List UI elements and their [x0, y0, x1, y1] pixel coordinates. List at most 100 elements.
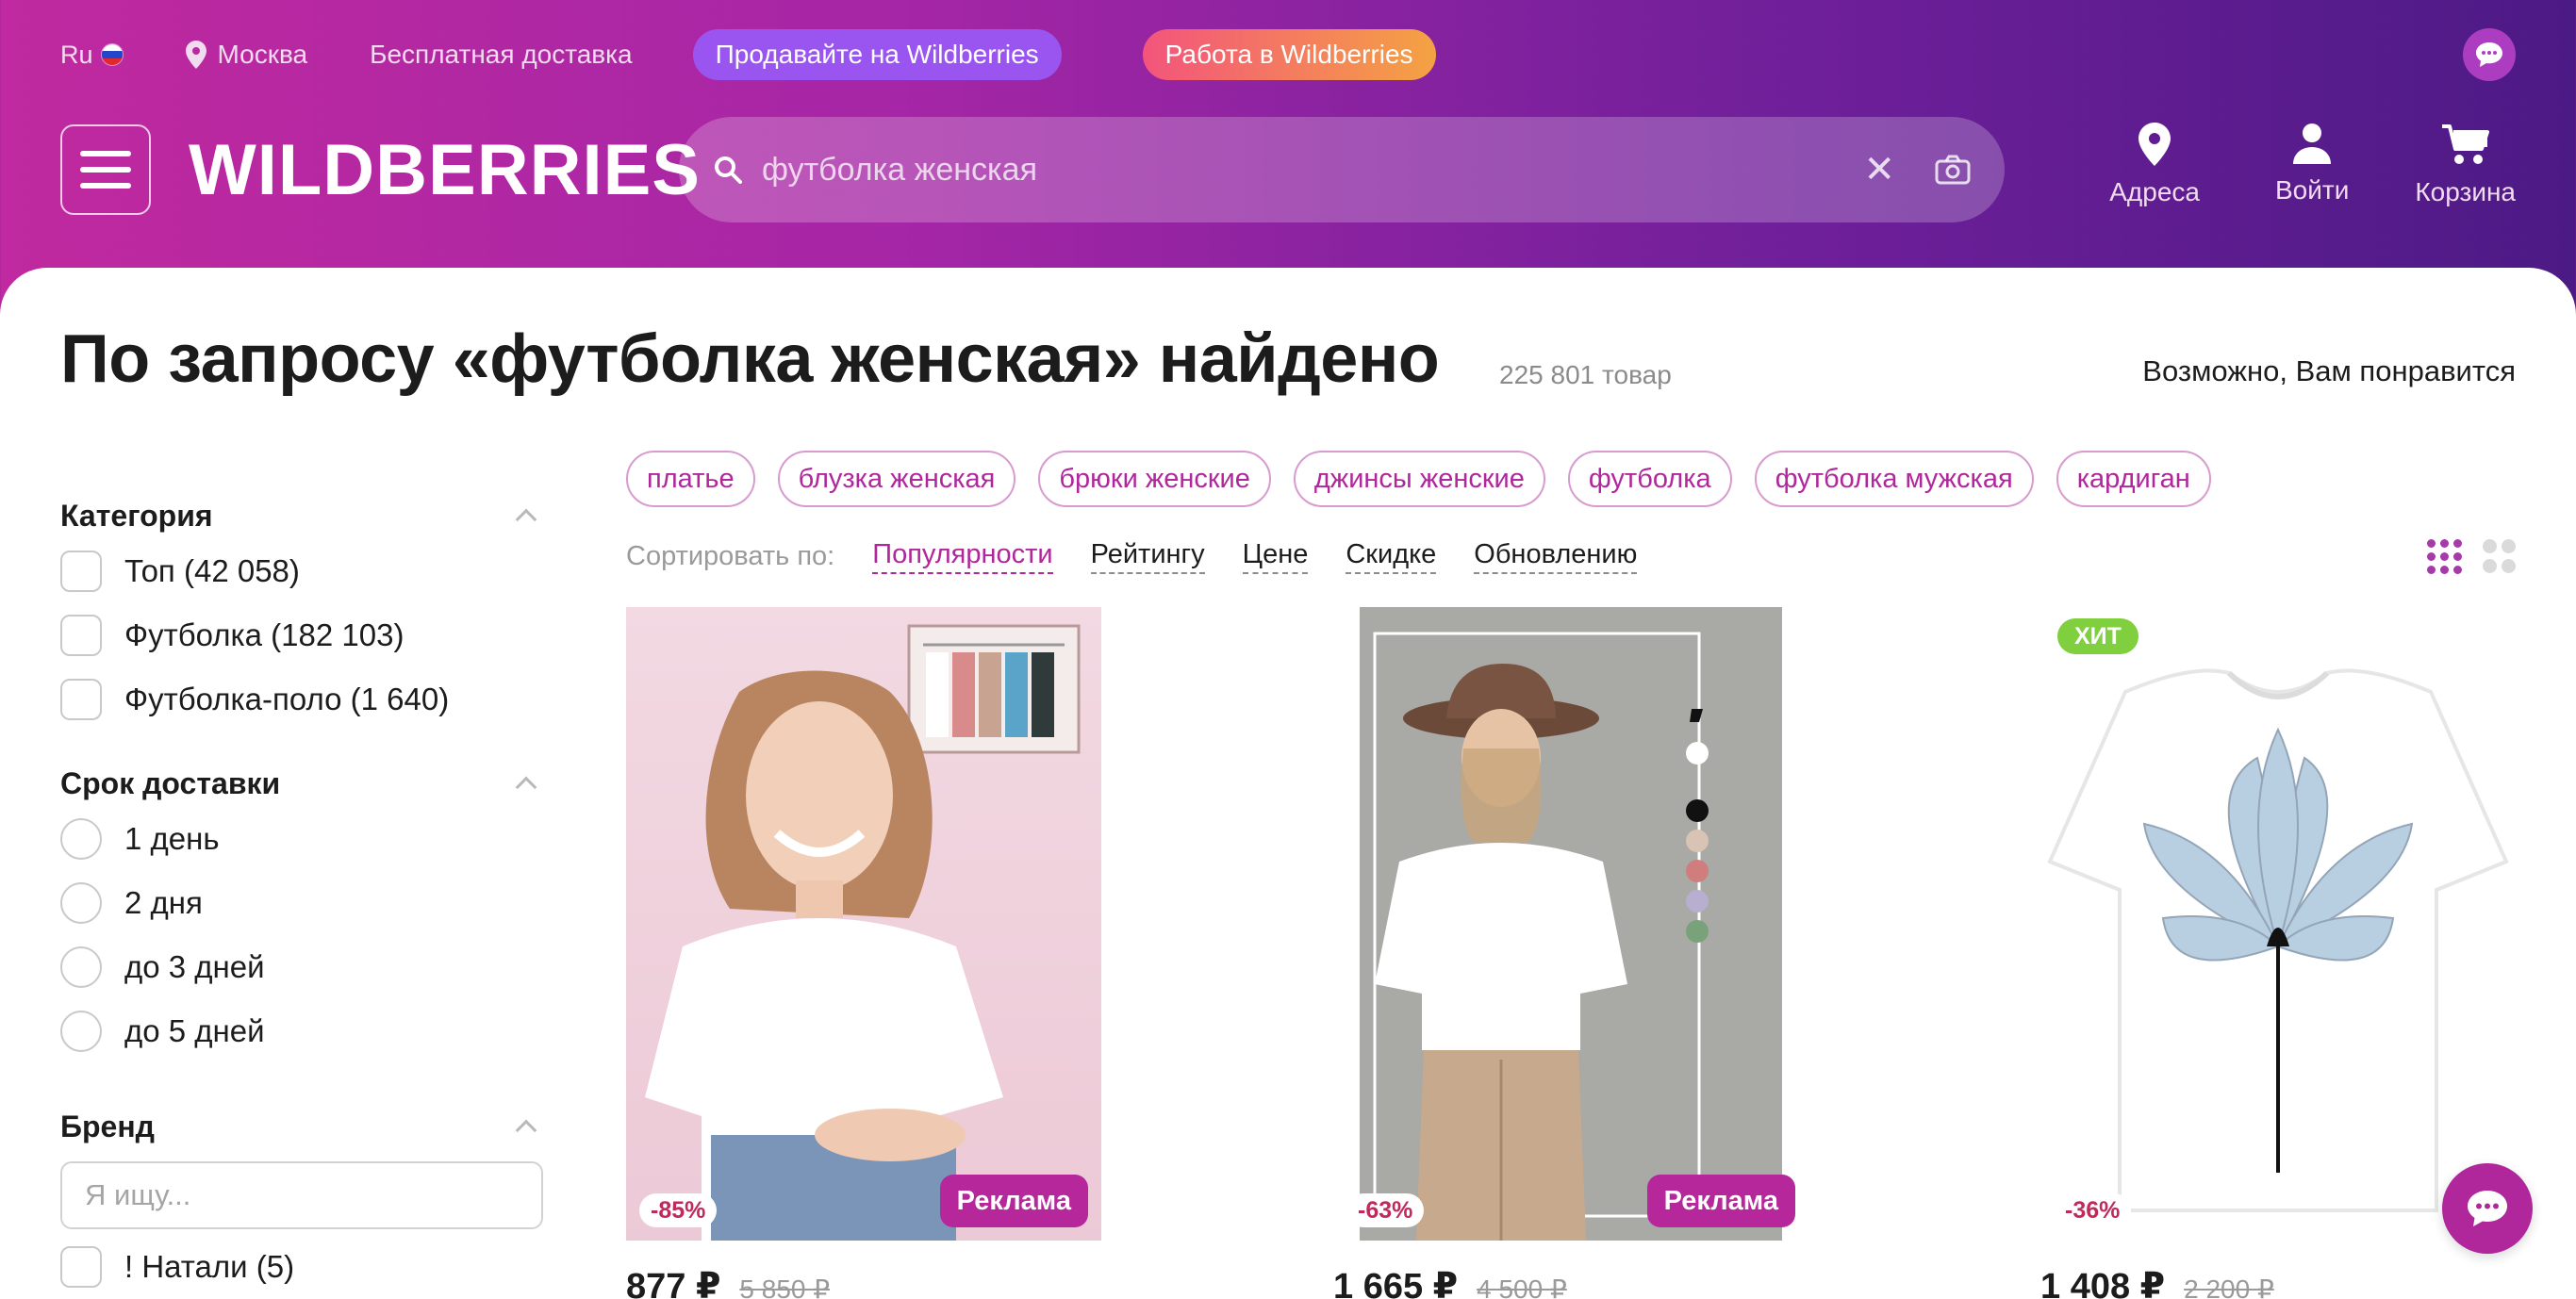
search-chip[interactable]: платье	[626, 451, 755, 507]
filter-option[interactable]: ! Натали (5)	[60, 1235, 543, 1299]
woman-white-tshirt-photo	[626, 607, 1101, 1241]
discount-badge: -63%	[1346, 1193, 1425, 1227]
cart-button[interactable]: Корзина	[2415, 123, 2516, 207]
discount-badge: -36%	[2054, 1193, 2132, 1227]
main-header: WILDBERRIES ✕ Адреса Войти Корзина	[60, 117, 2516, 222]
support-chat-button[interactable]	[2463, 28, 2516, 81]
tshirt-lotus-print-photo	[2040, 607, 2516, 1241]
search-bar: ✕	[679, 117, 2005, 222]
free-delivery-link[interactable]: Бесплатная доставка	[370, 40, 633, 70]
user-icon	[2293, 123, 2332, 164]
city-selector[interactable]: Москва	[185, 40, 308, 70]
search-chip[interactable]: футболка	[1567, 451, 1732, 507]
filter-option-label: до 3 дней	[124, 949, 265, 984]
filter-option-label: Топ (42 058)	[124, 553, 300, 588]
current-price: 1 665 ₽	[1333, 1267, 1459, 1299]
cart-label: Корзина	[2415, 177, 2516, 206]
floating-chat-button[interactable]	[2442, 1163, 2533, 1254]
product-price: 1 665 ₽ 4 500 ₽	[1333, 1265, 1808, 1299]
checkbox[interactable]	[60, 1246, 102, 1288]
sort-popularity[interactable]: Популярности	[872, 539, 1053, 574]
filter-option-label: 2 дня	[124, 885, 203, 920]
filter-option-label: 1 день	[124, 821, 220, 856]
addresses-label: Адреса	[2109, 177, 2200, 206]
cart-icon	[2441, 124, 2489, 164]
russia-flag-icon	[100, 43, 124, 66]
filter-delivery-header[interactable]: Срок доставки	[60, 760, 543, 807]
search-chip[interactable]: джинсы женские	[1293, 451, 1545, 507]
product-image[interactable]: -63% Реклама	[1333, 607, 1808, 1241]
grid-small-icon[interactable]	[2427, 539, 2462, 574]
ad-badge: Реклама	[1646, 1175, 1795, 1227]
product-image[interactable]: ХИТ -36%	[2040, 607, 2516, 1241]
checkbox[interactable]	[60, 615, 102, 656]
catalog-content: По запросу «футболка женская» найдено 22…	[0, 268, 2576, 1299]
location-pin-icon	[185, 41, 206, 69]
product-card[interactable]: -63% Реклама 1 665 ₽ 4 500 ₽	[1333, 607, 1808, 1299]
chat-bubble-icon	[2468, 1191, 2507, 1226]
sort-rating[interactable]: Рейтингу	[1090, 539, 1205, 574]
brand-search-input[interactable]	[60, 1161, 543, 1229]
current-price: 1 408 ₽	[2040, 1267, 2166, 1299]
search-input[interactable]	[762, 151, 1864, 189]
filter-category-header[interactable]: Категория	[60, 492, 543, 539]
filter-brand-header[interactable]: Бренд	[60, 1103, 543, 1150]
filter-option[interactable]: 1 день	[60, 807, 543, 871]
filter-option[interactable]: 2 дня	[60, 871, 543, 935]
filter-option-label: Футболка (182 103)	[124, 617, 405, 652]
old-price: 4 500 ₽	[1477, 1274, 1567, 1299]
header-actions: Адреса Войти Корзина	[2109, 123, 2516, 207]
results-count: 225 801 товар	[1499, 360, 1672, 389]
old-price: 2 200 ₽	[2184, 1274, 2274, 1299]
you-may-like-link[interactable]: Возможно, Вам понравится	[2142, 354, 2516, 388]
radio[interactable]	[60, 1011, 102, 1052]
filter-option[interactable]: до 3 дней	[60, 935, 543, 999]
clear-search-icon[interactable]: ✕	[1863, 151, 1895, 189]
filter-option[interactable]: Футболка (182 103)	[60, 603, 543, 667]
sell-on-wildberries-button[interactable]: Продавайте на Wildberries	[692, 29, 1062, 80]
product-price: 877 ₽ 5 850 ₽	[626, 1265, 1101, 1299]
work-at-wildberries-button[interactable]: Работа в Wildberries	[1142, 29, 1436, 80]
sort-price[interactable]: Цене	[1242, 539, 1309, 574]
search-chip[interactable]: кардиган	[2056, 451, 2211, 507]
chevron-up-icon	[515, 508, 537, 531]
radio[interactable]	[60, 818, 102, 860]
filter-option[interactable]: до 5 дней	[60, 999, 543, 1063]
city-label: Москва	[217, 40, 308, 69]
camera-search-icon[interactable]	[1935, 155, 1971, 185]
current-price: 877 ₽	[626, 1267, 721, 1299]
filter-category-title: Категория	[60, 498, 213, 533]
filter-option[interactable]: Футболка-поло (1 640)	[60, 667, 543, 732]
addresses-button[interactable]: Адреса	[2109, 123, 2200, 207]
language-label: Ru	[60, 40, 93, 69]
product-price: 1 408 ₽ 2 200 ₽	[2040, 1265, 2516, 1299]
login-button[interactable]: Войти	[2275, 123, 2349, 207]
filter-option-label: Футболка-поло (1 640)	[124, 682, 450, 716]
page-title: По запросу «футболка женская» найдено	[60, 321, 1440, 397]
sort-discount[interactable]: Скидке	[1346, 539, 1437, 574]
search-chip[interactable]: брюки женские	[1038, 451, 1271, 507]
ad-badge: Реклама	[939, 1175, 1088, 1227]
discount-badge: -85%	[639, 1193, 718, 1227]
sort-update[interactable]: Обновлению	[1474, 539, 1638, 574]
filter-option[interactable]: Топ (42 058)	[60, 539, 543, 603]
filter-option-label: до 5 дней	[124, 1013, 265, 1048]
login-label: Войти	[2274, 175, 2350, 205]
language-switcher[interactable]: Ru	[60, 41, 124, 70]
checkbox[interactable]	[60, 551, 102, 592]
wildberries-logo[interactable]: WILDBERRIES	[189, 129, 701, 211]
radio[interactable]	[60, 882, 102, 924]
checkbox[interactable]	[60, 679, 102, 720]
grid-large-icon[interactable]	[2483, 539, 2516, 574]
product-card[interactable]: -85% Реклама 877 ₽ 5 850 ₽	[626, 607, 1101, 1299]
search-chip[interactable]: футболка мужская	[1754, 451, 2034, 507]
related-searches: платье блузка женская брюки женские джин…	[626, 451, 2211, 507]
filter-delivery-title: Срок доставки	[60, 765, 281, 800]
menu-burger-button[interactable]	[60, 124, 151, 215]
sort-label: Сортировать по:	[626, 541, 835, 571]
search-chip[interactable]: блузка женская	[777, 451, 1016, 507]
radio[interactable]	[60, 946, 102, 988]
top-bar: Ru Москва Бесплатная доставка Продавайте…	[60, 28, 2516, 81]
old-price: 5 850 ₽	[739, 1274, 831, 1299]
product-image[interactable]: -85% Реклама	[626, 607, 1101, 1241]
